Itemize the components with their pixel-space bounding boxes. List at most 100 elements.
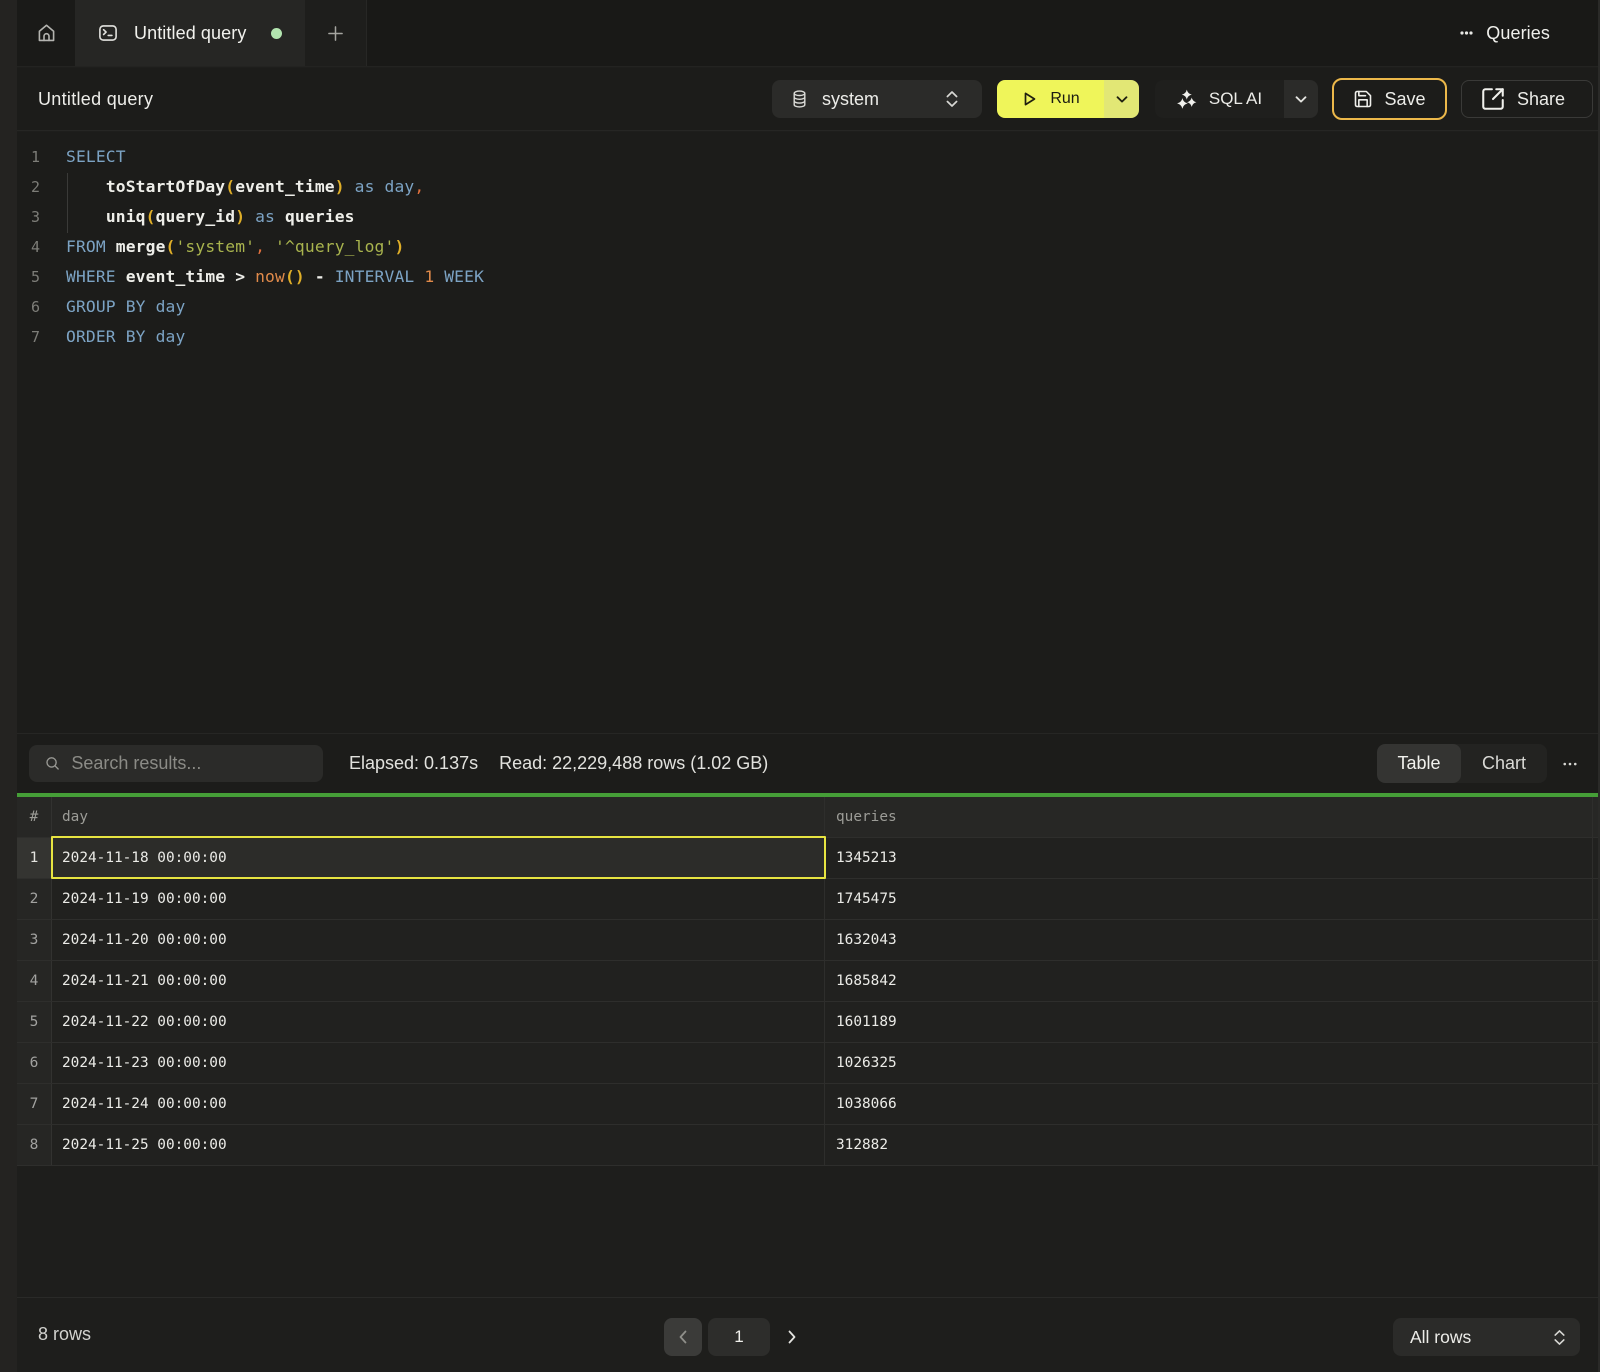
view-tab-chart[interactable]: Chart xyxy=(1461,744,1547,783)
queries-cell[interactable]: 1026325 xyxy=(825,1043,1593,1083)
queries-cell[interactable]: 1632043 xyxy=(825,920,1593,960)
tab-bar: Untitled query Queries xyxy=(17,0,1600,67)
code-line[interactable]: 2 toStartOfDay(event_time) as day, xyxy=(17,172,1600,202)
line-number: 7 xyxy=(17,322,40,352)
day-cell[interactable]: 2024-11-22 00:00:00 xyxy=(52,1002,825,1042)
view-toggle: Table Chart xyxy=(1377,744,1547,783)
queries-cell[interactable]: 312882 xyxy=(825,1125,1593,1165)
code-token: 'system' xyxy=(175,237,255,256)
col-header-queries[interactable]: queries xyxy=(825,797,1593,837)
row-index-cell: 7 xyxy=(17,1084,52,1124)
prev-page-button[interactable] xyxy=(664,1318,702,1356)
code-line[interactable]: 5WHERE event_time > now() - INTERVAL 1 W… xyxy=(17,262,1600,292)
day-cell[interactable]: 2024-11-23 00:00:00 xyxy=(52,1043,825,1083)
current-page[interactable]: 1 xyxy=(708,1318,770,1356)
code-text: GROUP BY day xyxy=(66,292,185,322)
sql-ai-options-button[interactable] xyxy=(1284,80,1318,118)
sql-ai-button-group: SQL AI xyxy=(1155,80,1318,118)
queries-cell[interactable]: 1685842 xyxy=(825,961,1593,1001)
row-index-cell: 1 xyxy=(17,838,52,878)
code-line[interactable]: 7 ORDER BY day xyxy=(17,322,1600,352)
code-token xyxy=(116,267,126,286)
page-size-value: All rows xyxy=(1410,1327,1552,1348)
col-header-day[interactable]: day xyxy=(52,797,825,837)
new-tab-button[interactable] xyxy=(305,0,367,66)
code-token: as xyxy=(355,177,375,196)
code-text: ORDER BY day xyxy=(66,322,185,352)
collapsed-sidebar-strip[interactable] xyxy=(0,0,17,1372)
row-index-cell: 2 xyxy=(17,879,52,919)
day-cell[interactable]: 2024-11-24 00:00:00 xyxy=(52,1084,825,1124)
code-line[interactable]: 6GROUP BY day xyxy=(17,292,1600,322)
code-token xyxy=(146,297,156,316)
code-token xyxy=(66,177,106,196)
code-token: event_time xyxy=(235,177,335,196)
code-token: SELECT xyxy=(66,147,126,166)
code-token xyxy=(66,207,106,226)
code-token: > xyxy=(235,267,245,286)
queries-cell[interactable]: 1601189 xyxy=(825,1002,1593,1042)
line-number: 1 xyxy=(17,142,40,172)
code-token: INTERVAL xyxy=(335,267,415,286)
home-button[interactable] xyxy=(17,0,75,66)
share-label: Share xyxy=(1517,89,1565,110)
ellipsis-icon xyxy=(1563,762,1577,766)
save-button[interactable]: Save xyxy=(1332,78,1447,120)
code-token: 1 xyxy=(424,267,434,286)
code-token: ( xyxy=(166,237,176,256)
code-line[interactable]: 3 uniq(query_id) as queries xyxy=(17,202,1600,232)
line-number: 4 xyxy=(17,232,40,262)
sql-ai-button[interactable]: SQL AI xyxy=(1155,80,1284,118)
database-value: system xyxy=(822,89,944,110)
code-line[interactable]: 4FROM merge('system', '^query_log') xyxy=(17,232,1600,262)
table-row: 82024-11-25 00:00:00312882 xyxy=(17,1125,1600,1166)
code-token: day xyxy=(156,327,186,346)
next-page-button[interactable] xyxy=(770,1330,814,1344)
queries-cell[interactable]: 1038066 xyxy=(825,1084,1593,1124)
queries-cell[interactable]: 1345213 xyxy=(825,838,1593,878)
database-selector[interactable]: system xyxy=(772,80,982,118)
query-toolbar: Untitled query system Run xyxy=(17,68,1600,131)
database-icon xyxy=(792,90,807,108)
elapsed-stat: Elapsed: 0.137s xyxy=(349,753,478,774)
tab-untitled-query[interactable]: Untitled query xyxy=(75,0,305,66)
run-options-button[interactable] xyxy=(1104,80,1139,118)
code-token xyxy=(434,267,444,286)
plus-icon xyxy=(328,26,343,41)
share-icon xyxy=(1480,86,1506,112)
day-cell[interactable]: 2024-11-25 00:00:00 xyxy=(52,1125,825,1165)
code-token xyxy=(245,267,255,286)
code-token xyxy=(345,177,355,196)
row-index-cell: 4 xyxy=(17,961,52,1001)
read-stat: Read: 22,229,488 rows (1.02 GB) xyxy=(499,753,768,774)
day-cell[interactable]: 2024-11-20 00:00:00 xyxy=(52,920,825,960)
search-results-input[interactable] xyxy=(71,753,311,774)
tabbar-overflow-button[interactable] xyxy=(1460,31,1473,35)
code-text: SELECT xyxy=(66,142,126,172)
code-token: , xyxy=(414,177,424,196)
results-footer: 8 rows 1 All rows xyxy=(17,1297,1600,1372)
code-text: WHERE event_time > now() - INTERVAL 1 WE… xyxy=(66,262,484,292)
results-menu-button[interactable] xyxy=(1563,762,1577,766)
code-token xyxy=(225,267,235,286)
code-token: queries xyxy=(285,207,355,226)
code-token: day xyxy=(385,177,415,196)
sql-editor[interactable]: 1 SELECT 2 toStartOfDay(event_time) as day… xyxy=(17,132,1600,733)
day-cell[interactable]: 2024-11-19 00:00:00 xyxy=(52,879,825,919)
code-token xyxy=(275,207,285,226)
chevron-down-icon xyxy=(1116,96,1128,103)
page-size-selector[interactable]: All rows xyxy=(1393,1318,1580,1356)
view-tab-table[interactable]: Table xyxy=(1377,744,1461,783)
code-line[interactable]: 1 SELECT xyxy=(17,142,1600,172)
search-icon xyxy=(45,755,60,772)
table-row: 72024-11-24 00:00:001038066 xyxy=(17,1084,1600,1125)
code-token: WEEK xyxy=(444,267,484,286)
day-cell[interactable]: 2024-11-21 00:00:00 xyxy=(52,961,825,1001)
code-token: FROM xyxy=(66,237,106,256)
run-button[interactable]: Run xyxy=(997,80,1104,118)
terminal-icon xyxy=(99,25,117,41)
queries-link[interactable]: Queries xyxy=(1486,23,1550,44)
search-results-box[interactable] xyxy=(29,745,323,782)
share-button[interactable]: Share xyxy=(1461,80,1593,118)
queries-cell[interactable]: 1745475 xyxy=(825,879,1593,919)
